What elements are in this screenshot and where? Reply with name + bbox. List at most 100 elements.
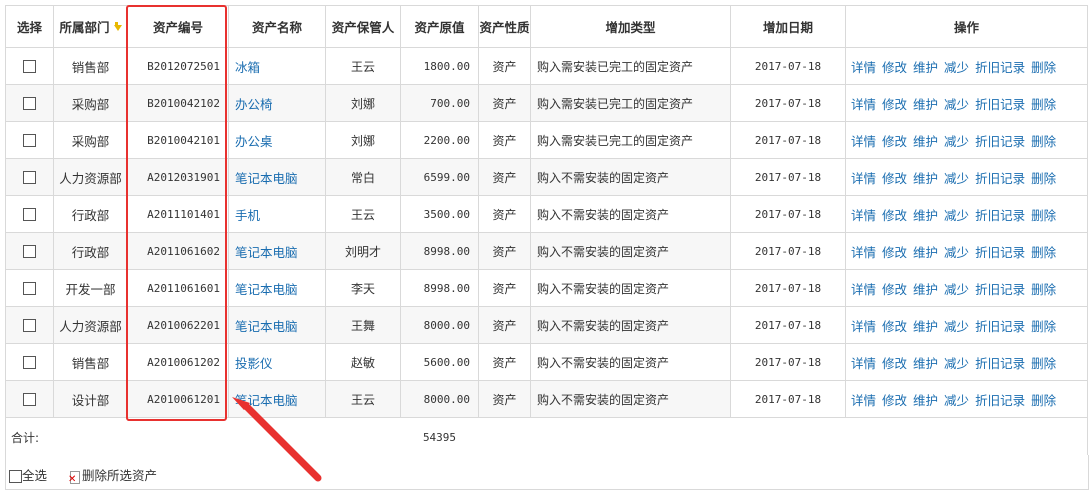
row-delete-link[interactable]: 删除 bbox=[1031, 97, 1056, 112]
row-asset-code: A2011061602 bbox=[127, 232, 229, 270]
row-asset-name-link[interactable]: 笔记本电脑 bbox=[235, 245, 298, 260]
row-delete-link[interactable]: 删除 bbox=[1031, 319, 1056, 334]
row-edit-link[interactable]: 修改 bbox=[882, 319, 907, 334]
row-delete-link[interactable]: 删除 bbox=[1031, 134, 1056, 149]
row-edit-link[interactable]: 修改 bbox=[882, 134, 907, 149]
row-depreciation-link[interactable]: 折旧记录 bbox=[975, 97, 1025, 112]
row-nature: 资产 bbox=[478, 195, 531, 233]
row-ops: 详情 修改 维护 减少 折旧记录 删除 bbox=[845, 232, 1088, 270]
row-asset-name-link[interactable]: 手机 bbox=[235, 208, 260, 223]
row-reduce-link[interactable]: 减少 bbox=[944, 208, 969, 223]
row-checkbox[interactable] bbox=[23, 245, 36, 258]
row-detail-link[interactable]: 详情 bbox=[851, 134, 876, 149]
row-edit-link[interactable]: 修改 bbox=[882, 208, 907, 223]
row-delete-link[interactable]: 删除 bbox=[1031, 245, 1056, 260]
row-edit-link[interactable]: 修改 bbox=[882, 245, 907, 260]
row-delete-link[interactable]: 删除 bbox=[1031, 171, 1056, 186]
row-reduce-link[interactable]: 减少 bbox=[944, 97, 969, 112]
row-depreciation-link[interactable]: 折旧记录 bbox=[975, 60, 1025, 75]
row-name-cell: 笔记本电脑 bbox=[228, 306, 326, 344]
row-detail-link[interactable]: 详情 bbox=[851, 393, 876, 408]
row-detail-link[interactable]: 详情 bbox=[851, 208, 876, 223]
row-checkbox[interactable] bbox=[23, 97, 36, 110]
row-detail-link[interactable]: 详情 bbox=[851, 319, 876, 334]
row-reduce-link[interactable]: 减少 bbox=[944, 393, 969, 408]
row-depreciation-link[interactable]: 折旧记录 bbox=[975, 393, 1025, 408]
col-header-dept[interactable]: 所属部门 bbox=[53, 5, 128, 48]
row-asset-code: B2012072501 bbox=[127, 47, 229, 85]
row-reduce-link[interactable]: 减少 bbox=[944, 356, 969, 371]
row-depreciation-link[interactable]: 折旧记录 bbox=[975, 208, 1025, 223]
row-asset-code: B2010042101 bbox=[127, 121, 229, 159]
row-reduce-link[interactable]: 减少 bbox=[944, 282, 969, 297]
delete-selected-button[interactable]: ✕ 删除所选资产 bbox=[68, 465, 157, 484]
row-reduce-link[interactable]: 减少 bbox=[944, 245, 969, 260]
row-edit-link[interactable]: 修改 bbox=[882, 60, 907, 75]
row-checkbox[interactable] bbox=[23, 393, 36, 406]
total-spacer-right bbox=[478, 417, 1088, 457]
row-checkbox[interactable] bbox=[23, 356, 36, 369]
row-asset-name-link[interactable]: 笔记本电脑 bbox=[235, 393, 298, 408]
row-reduce-link[interactable]: 减少 bbox=[944, 171, 969, 186]
row-ops: 详情 修改 维护 减少 折旧记录 删除 bbox=[845, 380, 1088, 418]
row-reduce-link[interactable]: 减少 bbox=[944, 60, 969, 75]
row-delete-link[interactable]: 删除 bbox=[1031, 208, 1056, 223]
row-edit-link[interactable]: 修改 bbox=[882, 171, 907, 186]
row-nature: 资产 bbox=[478, 306, 531, 344]
row-delete-link[interactable]: 删除 bbox=[1031, 356, 1056, 371]
row-maintain-link[interactable]: 维护 bbox=[913, 282, 938, 297]
row-depreciation-link[interactable]: 折旧记录 bbox=[975, 245, 1025, 260]
row-maintain-link[interactable]: 维护 bbox=[913, 97, 938, 112]
row-depreciation-link[interactable]: 折旧记录 bbox=[975, 282, 1025, 297]
row-checkbox[interactable] bbox=[23, 134, 36, 147]
row-edit-link[interactable]: 修改 bbox=[882, 356, 907, 371]
row-detail-link[interactable]: 详情 bbox=[851, 60, 876, 75]
row-detail-link[interactable]: 详情 bbox=[851, 171, 876, 186]
row-maintain-link[interactable]: 维护 bbox=[913, 393, 938, 408]
row-edit-link[interactable]: 修改 bbox=[882, 393, 907, 408]
row-name-cell: 冰箱 bbox=[228, 47, 326, 85]
row-detail-link[interactable]: 详情 bbox=[851, 282, 876, 297]
row-maintain-link[interactable]: 维护 bbox=[913, 171, 938, 186]
row-asset-name-link[interactable]: 投影仪 bbox=[235, 356, 273, 371]
row-checkbox[interactable] bbox=[23, 60, 36, 73]
row-ops: 详情 修改 维护 减少 折旧记录 删除 bbox=[845, 195, 1088, 233]
row-depreciation-link[interactable]: 折旧记录 bbox=[975, 134, 1025, 149]
row-edit-link[interactable]: 修改 bbox=[882, 97, 907, 112]
row-delete-link[interactable]: 删除 bbox=[1031, 60, 1056, 75]
row-depreciation-link[interactable]: 折旧记录 bbox=[975, 319, 1025, 334]
row-checkbox[interactable] bbox=[23, 208, 36, 221]
sort-down-arrow-icon[interactable] bbox=[110, 20, 122, 35]
row-delete-link[interactable]: 删除 bbox=[1031, 393, 1056, 408]
table-row: 销售部 B2012072501 冰箱 王云 1800.00 资产 购入需安装已完工的固定资产… bbox=[5, 47, 1088, 85]
row-maintain-link[interactable]: 维护 bbox=[913, 245, 938, 260]
row-asset-name-link[interactable]: 笔记本电脑 bbox=[235, 282, 298, 297]
row-depreciation-link[interactable]: 折旧记录 bbox=[975, 356, 1025, 371]
row-detail-link[interactable]: 详情 bbox=[851, 97, 876, 112]
row-reduce-link[interactable]: 减少 bbox=[944, 134, 969, 149]
row-reduce-link[interactable]: 减少 bbox=[944, 319, 969, 334]
row-select-cell bbox=[5, 380, 54, 418]
row-maintain-link[interactable]: 维护 bbox=[913, 208, 938, 223]
row-maintain-link[interactable]: 维护 bbox=[913, 60, 938, 75]
row-edit-link[interactable]: 修改 bbox=[882, 282, 907, 297]
row-detail-link[interactable]: 详情 bbox=[851, 245, 876, 260]
row-asset-name-link[interactable]: 笔记本电脑 bbox=[235, 171, 298, 186]
row-maintain-link[interactable]: 维护 bbox=[913, 319, 938, 334]
row-maintain-link[interactable]: 维护 bbox=[913, 134, 938, 149]
row-checkbox[interactable] bbox=[23, 319, 36, 332]
row-keeper: 常白 bbox=[325, 158, 401, 196]
row-detail-link[interactable]: 详情 bbox=[851, 356, 876, 371]
row-maintain-link[interactable]: 维护 bbox=[913, 356, 938, 371]
row-asset-name-link[interactable]: 冰箱 bbox=[235, 60, 260, 75]
row-checkbox[interactable] bbox=[23, 171, 36, 184]
row-asset-name-link[interactable]: 笔记本电脑 bbox=[235, 319, 298, 334]
select-all-checkbox[interactable] bbox=[9, 470, 22, 483]
select-all-control[interactable]: 全选 bbox=[9, 465, 47, 484]
row-checkbox[interactable] bbox=[23, 282, 36, 295]
row-asset-name-link[interactable]: 办公椅 bbox=[235, 97, 273, 112]
row-asset-name-link[interactable]: 办公桌 bbox=[235, 134, 273, 149]
row-keeper: 刘明才 bbox=[325, 232, 401, 270]
row-depreciation-link[interactable]: 折旧记录 bbox=[975, 171, 1025, 186]
row-delete-link[interactable]: 删除 bbox=[1031, 282, 1056, 297]
